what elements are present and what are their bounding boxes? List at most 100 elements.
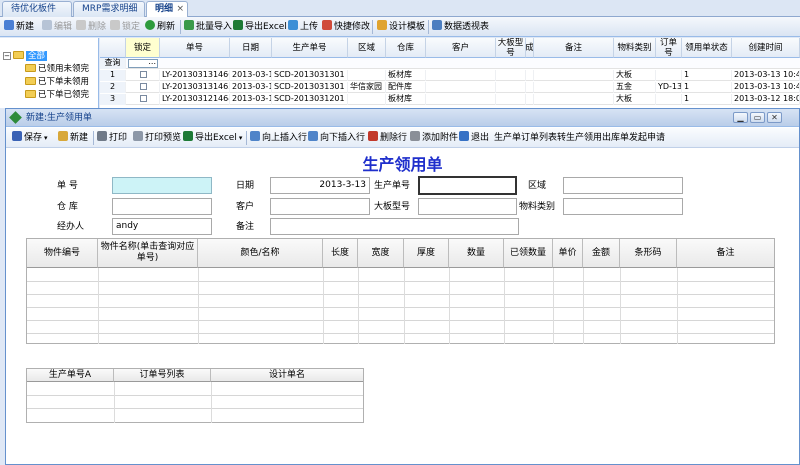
material-cat-field[interactable] (563, 198, 683, 215)
insert-row-above-button[interactable]: 向上插入行 (250, 131, 307, 145)
table-row[interactable]: 2 LY-201303131465 2013-03-13 SCD-2013031… (100, 82, 800, 93)
remark-field[interactable] (270, 218, 519, 235)
preview-label: 打印预览 (145, 133, 182, 143)
new-button[interactable]: 新建 (4, 20, 34, 34)
save-button[interactable]: 保存 ▾ (12, 131, 48, 145)
tab-pending-boards[interactable]: 待优化板件 (2, 1, 72, 17)
tree-node-label: 全部 (26, 51, 48, 61)
delete-row-icon (368, 131, 378, 141)
column-header-material-cat[interactable]: 物料类别 (614, 38, 656, 58)
column-header-prod-no-a[interactable]: 生产单号A (27, 369, 114, 382)
tree-node-ordered-received[interactable]: 已下单已领完 (25, 90, 89, 101)
add-attachment-button[interactable]: 添加附件 (410, 131, 458, 145)
quick-edit-button[interactable]: 快捷修改 (322, 20, 370, 34)
export-label: 导出Excel (195, 133, 237, 143)
date-field[interactable]: 2013-3-13 (270, 177, 370, 194)
column-header-order-no[interactable]: 订单号 (656, 38, 682, 58)
prod-order-list-button[interactable]: 生产单订单列表 (494, 131, 557, 145)
edit-button[interactable]: 编辑 (42, 20, 72, 34)
delete-row-button[interactable]: 删除行 (368, 131, 407, 145)
lock-button[interactable]: 锁定 (110, 20, 140, 34)
cell-customer (426, 70, 496, 81)
column-header-area[interactable]: 区域 (348, 38, 386, 58)
minimize-button[interactable]: ▁ (733, 112, 748, 123)
column-divider (553, 268, 554, 344)
column-header-length[interactable]: 长度 (323, 239, 358, 268)
pivot-table-button[interactable]: 数据透视表 (432, 20, 489, 34)
column-header-unit-price[interactable]: 单价 (553, 239, 583, 268)
column-header-status[interactable]: 领用单状态 (682, 38, 732, 58)
tree-node-all[interactable]: − 全部 (3, 51, 48, 62)
column-header-board-model[interactable]: 大板型号 (496, 38, 526, 58)
prod-no-field[interactable] (418, 176, 517, 195)
table-row[interactable]: 1 LY-201303131466 2013-03-13 SCD-2013031… (100, 70, 800, 81)
cell-created: 2013-03-13 10:42:1 (732, 82, 800, 93)
column-header-width[interactable]: 宽度 (358, 239, 404, 268)
row-number: 1 (100, 70, 126, 81)
refresh-button[interactable]: 刷新 (145, 20, 175, 34)
dialog-titlebar[interactable]: 新建:生产领用单 ▁ ▭ ✕ (6, 109, 799, 127)
column-header-created[interactable]: 创建时间 (732, 38, 800, 58)
delete-button[interactable]: 删除 (76, 20, 106, 34)
tab-label: 明细 (155, 4, 174, 14)
column-header-received-qty[interactable]: 已领数量 (504, 239, 553, 268)
insert-row-below-button[interactable]: 向下插入行 (308, 131, 365, 145)
column-header-thickness[interactable]: 厚度 (404, 239, 449, 268)
dialog-export-excel-button[interactable]: 导出Excel ▾ (183, 131, 242, 145)
board-model-field[interactable] (418, 198, 517, 215)
close-button[interactable]: ✕ (767, 112, 782, 123)
chevron-down-icon[interactable]: ▾ (239, 134, 243, 142)
chevron-down-icon[interactable]: ▾ (44, 134, 48, 142)
export-excel-button[interactable]: 导出Excel (233, 20, 287, 34)
lock-checkbox[interactable] (140, 95, 147, 102)
column-header-no[interactable]: 单号 (160, 38, 230, 58)
column-header-prod-no[interactable]: 生产单号 (272, 38, 348, 58)
column-header-design-name[interactable]: 设计单名 (211, 369, 363, 382)
customer-field[interactable] (270, 198, 370, 215)
cell-no: LY-201303121464 (162, 94, 230, 105)
column-header-customer[interactable]: 客户 (426, 38, 496, 58)
cell-material-cat: 大板 (614, 94, 656, 105)
no-field[interactable] (112, 177, 212, 194)
maximize-button[interactable]: ▭ (750, 112, 765, 123)
column-header-item-code[interactable]: 物件编号 (27, 239, 98, 268)
column-header-c[interactable]: 成 (526, 38, 534, 58)
remark-label: 备注 (236, 222, 255, 232)
tree-node-label: 已下单未领用 (38, 77, 90, 87)
batch-import-button[interactable]: 批量导入 (184, 20, 232, 34)
cell-prod-no: SCD-201303130​1 (272, 82, 348, 93)
print-preview-button[interactable]: 打印预览 (133, 131, 181, 145)
column-header-quantity[interactable]: 数量 (449, 239, 504, 268)
column-header-date[interactable]: 日期 (230, 38, 272, 58)
column-header-order-list[interactable]: 订单号列表 (114, 369, 211, 382)
warehouse-field[interactable] (112, 198, 212, 215)
dialog-new-button[interactable]: 新建 (58, 131, 88, 145)
lock-checkbox[interactable] (140, 71, 147, 78)
submit-request-button[interactable]: 发起申请 (629, 131, 665, 145)
column-header-amount[interactable]: 金额 (583, 239, 620, 268)
column-header-remark[interactable]: 备注 (534, 38, 614, 58)
column-header-item-name[interactable]: 物件名称(单击查询对应单号) (98, 239, 198, 268)
area-field[interactable] (563, 177, 683, 194)
tab-detail[interactable]: 明细 × (146, 1, 188, 18)
exit-button[interactable]: 退出 (459, 131, 489, 145)
lock-checkbox[interactable] (140, 83, 147, 90)
column-header-warehouse[interactable]: 仓库 (386, 38, 426, 58)
column-header-locked[interactable]: 锁定 (126, 38, 160, 58)
design-template-button[interactable]: 设计模板 (377, 20, 425, 34)
tab-mrp-detail[interactable]: MRP需求明细 (73, 1, 145, 17)
column-header-remark[interactable]: 备注 (677, 239, 774, 268)
tree-node-ordered-unreceived[interactable]: 已下单未领用 (25, 77, 89, 88)
column-header-barcode[interactable]: 条形码 (620, 239, 677, 268)
print-button[interactable]: 打印 (97, 131, 127, 145)
ellipsis-icon[interactable]: ... (148, 57, 156, 66)
query-lock-field[interactable]: ... (128, 57, 158, 68)
column-header-color[interactable]: 颜色/名称 (198, 239, 323, 268)
tree-node-received-partial[interactable]: 已领用未领完 (25, 64, 89, 75)
close-icon[interactable]: × (176, 2, 184, 16)
collapse-icon[interactable]: − (3, 52, 11, 60)
table-row[interactable]: 3 LY-201303121464 2013-03-12 SCD-2013031… (100, 94, 800, 105)
handler-field[interactable]: andy (112, 218, 212, 235)
upload-button[interactable]: 上传 (288, 20, 318, 34)
to-outbound-button[interactable]: 转生产领用出库单 (557, 131, 629, 145)
